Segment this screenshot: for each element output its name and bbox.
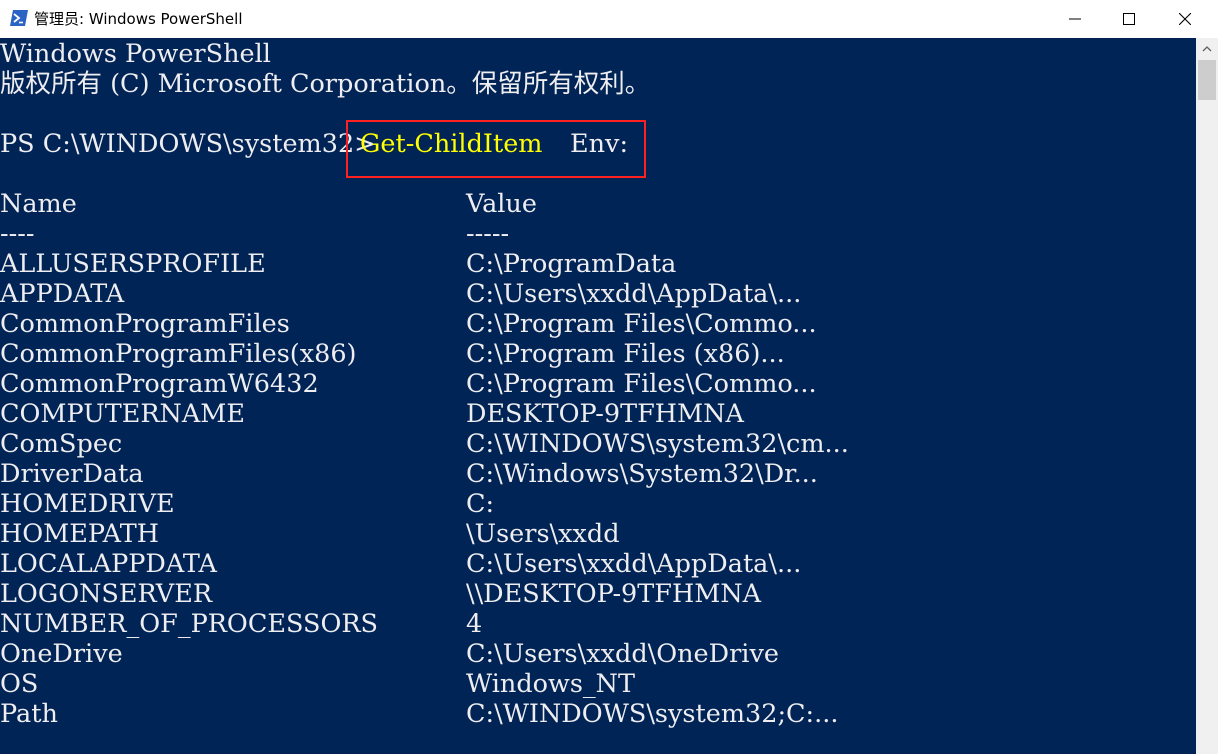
command-highlight-box [346, 120, 646, 178]
env-row: DriverData C:\Windows\System32\Dr... [0, 459, 818, 489]
env-row: NUMBER_OF_PROCESSORS 4 [0, 609, 482, 639]
close-icon [1179, 13, 1191, 25]
env-name: DriverData [0, 459, 144, 489]
env-value: C: [466, 489, 495, 519]
env-name: COMPUTERNAME [0, 399, 246, 429]
maximize-icon [1123, 13, 1135, 25]
env-value: C:\Program Files\Commo... [466, 309, 817, 339]
env-name: ComSpec [0, 429, 123, 459]
env-row: COMPUTERNAME DESKTOP-9TFHMNA [0, 399, 744, 429]
env-name: APPDATA [0, 279, 125, 309]
env-row: CommonProgramFiles C:\Program Files\Commo… [0, 309, 817, 339]
env-row: ALLUSERSPROFILE C:\ProgramData [0, 249, 676, 279]
maximize-button[interactable] [1102, 0, 1156, 38]
env-value: C:\Program Files (x86)... [466, 339, 785, 369]
env-name: Path [0, 699, 58, 729]
banner-line-1: Windows PowerShell [0, 39, 271, 69]
env-row: OS Windows_NT [0, 669, 635, 699]
separator-row: ---- ----- [0, 219, 509, 249]
env-row: APPDATA C:\Users\xxdd\AppData\... [0, 279, 801, 309]
env-name: HOMEDRIVE [0, 489, 175, 519]
env-row: OneDrive C:\Users\xxdd\OneDrive [0, 639, 779, 669]
env-name: LOGONSERVER [0, 579, 213, 609]
env-value: C:\ProgramData [466, 249, 677, 279]
env-name: OneDrive [0, 639, 123, 669]
env-value: \\DESKTOP-9TFHMNA [466, 579, 762, 609]
env-row: HOMEPATH \Users\xxdd [0, 519, 620, 549]
env-name: CommonProgramFiles(x86) [0, 339, 357, 369]
banner-line-2: 版权所有 (C) Microsoft Corporation。保留所有权利。 [0, 69, 651, 99]
prompt-line: PS C:\WINDOWS\system32> Get-ChildItem Env: [0, 129, 628, 159]
prompt: PS C:\WINDOWS\system32> [0, 129, 376, 159]
env-name: ALLUSERSPROFILE [0, 249, 266, 279]
minimize-button[interactable] [1048, 0, 1102, 38]
powershell-icon [10, 10, 28, 26]
env-row: HOMEDRIVE C: [0, 489, 494, 519]
env-value: C:\WINDOWS\system32\cm... [466, 429, 849, 459]
chevron-up-icon [1202, 46, 1212, 52]
header-name: Name [0, 189, 77, 219]
env-row: CommonProgramW6432 C:\Program Files\Commo… [0, 369, 817, 399]
scroll-thumb[interactable] [1198, 60, 1216, 100]
env-value: C:\Program Files\Commo... [466, 369, 817, 399]
env-value: C:\Users\xxdd\OneDrive [466, 639, 779, 669]
env-value: Windows_NT [466, 669, 635, 699]
env-row: LOGONSERVER \\DESKTOP-9TFHMNA [0, 579, 761, 609]
window-title: 管理员: Windows PowerShell [34, 10, 243, 28]
env-value: DESKTOP-9TFHMNA [466, 399, 744, 429]
env-name: NUMBER_OF_PROCESSORS [0, 609, 379, 639]
scroll-up-button[interactable] [1196, 38, 1218, 60]
vertical-scrollbar[interactable] [1196, 38, 1218, 754]
console-output[interactable]: Windows PowerShell 版权所有 (C) Microsoft Co… [0, 38, 1196, 754]
env-name: LOCALAPPDATA [0, 549, 217, 579]
header-row: Name Value [0, 189, 537, 219]
close-button[interactable] [1158, 0, 1212, 38]
env-value: C:\Windows\System32\Dr... [466, 459, 818, 489]
env-name: CommonProgramW6432 [0, 369, 319, 399]
separator-name: ---- [0, 219, 35, 249]
env-row: Path C:\WINDOWS\system32;C:... [0, 699, 838, 729]
env-name: OS [0, 669, 39, 699]
env-row: ComSpec C:\WINDOWS\system32\cm... [0, 429, 849, 459]
env-row: LOCALAPPDATA C:\Users\xxdd\AppData\... [0, 549, 801, 579]
env-name: CommonProgramFiles [0, 309, 290, 339]
env-value: C:\Users\xxdd\AppData\... [466, 549, 802, 579]
minimize-icon [1069, 18, 1081, 20]
env-value: \Users\xxdd [466, 519, 620, 549]
env-value: C:\Users\xxdd\AppData\... [466, 279, 802, 309]
env-row: CommonProgramFiles(x86) C:\Program Files … [0, 339, 785, 369]
env-value: C:\WINDOWS\system32;C:... [466, 699, 839, 729]
title-bar[interactable]: 管理员: Windows PowerShell [0, 0, 1218, 38]
env-name: HOMEPATH [0, 519, 159, 549]
env-value: 4 [466, 609, 483, 639]
header-value: Value [466, 189, 537, 219]
separator-value: ----- [466, 219, 510, 249]
